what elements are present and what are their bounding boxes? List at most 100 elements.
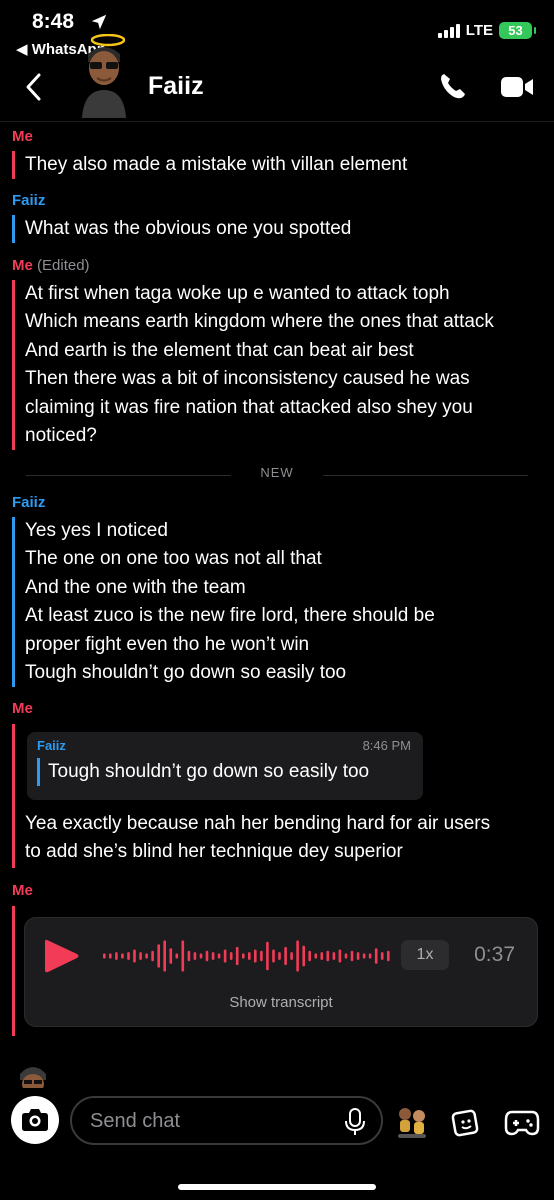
waveform-bar — [266, 941, 269, 971]
message-line: And the one with the team — [25, 576, 246, 598]
typing-avatar — [20, 1067, 46, 1088]
waveform-bar — [109, 953, 112, 959]
network-type: LTE — [465, 22, 493, 39]
game-controller-icon[interactable] — [504, 1106, 540, 1138]
quote-sender: Faiiz — [37, 738, 66, 753]
waveform-bar — [248, 952, 251, 960]
waveform-bar — [181, 940, 185, 972]
voice-duration: 0:37 — [474, 943, 515, 966]
waveform-bar — [284, 946, 287, 966]
waveform[interactable] — [103, 938, 393, 974]
battery-icon: 53 — [499, 22, 536, 39]
chat-header: Faiiz — [0, 34, 554, 122]
status-time: 8:48 — [32, 10, 75, 33]
waveform-bar — [302, 945, 305, 967]
waveform-bar — [272, 949, 275, 963]
quote-time: 8:46 PM — [362, 738, 411, 753]
chat-input[interactable]: Send chat — [70, 1096, 383, 1145]
edited-label: (Edited) — [37, 257, 90, 274]
waveform-bar — [157, 944, 160, 968]
message-line: Yea exactly because nah her bending hard… — [25, 813, 491, 834]
waveform-bar — [242, 953, 245, 959]
status-right: LTE 53 — [437, 22, 536, 39]
waveform-bar — [350, 950, 354, 962]
microphone-icon[interactable] — [343, 1108, 367, 1136]
bitmoji-icon[interactable] — [392, 1102, 432, 1142]
waveform-bar — [308, 950, 311, 962]
waveform-bar — [278, 952, 281, 960]
message-line: They also made a mistake with villan ele… — [25, 154, 408, 175]
quoted-reply[interactable]: Faiiz 8:46 PM Tough shouldn’t go down so… — [27, 732, 423, 800]
back-chevron-icon[interactable] — [22, 71, 46, 103]
waveform-bar — [205, 950, 209, 962]
message-bubble[interactable]: What was the obvious one you spotted — [12, 215, 542, 244]
waveform-bar — [314, 953, 318, 959]
video-camera-icon[interactable] — [500, 74, 534, 100]
message-line: to add she’s blind her technique dey sup… — [25, 841, 403, 863]
message-bubble[interactable]: They also made a mistake with villan ele… — [12, 151, 542, 180]
message-sender: Faiiz — [12, 494, 46, 511]
waveform-bar — [223, 949, 227, 963]
message-sender: Me (Edited) — [12, 257, 90, 274]
play-icon[interactable] — [41, 936, 81, 976]
home-indicator — [178, 1184, 376, 1190]
waveform-bar — [103, 953, 106, 959]
waveform-bar — [151, 950, 154, 962]
message-line: claiming it was fire nation that attacke… — [25, 396, 473, 418]
waveform-bar — [133, 949, 136, 963]
playback-speed-button[interactable]: 1x — [401, 940, 449, 970]
waveform-bar — [320, 952, 324, 960]
message-line: proper fight even tho he won’t win — [25, 633, 310, 655]
message-sender: Me — [12, 128, 33, 145]
waveform-bar — [374, 948, 378, 964]
message-line: Tough shouldn’t go down so easily too — [25, 662, 347, 684]
waveform-bar — [344, 953, 348, 959]
waveform-bar — [163, 940, 166, 972]
waveform-bar — [260, 950, 263, 962]
message-line: Which means earth kingdom where the ones… — [25, 311, 494, 333]
waveform-bar — [296, 940, 299, 972]
waveform-bar — [387, 950, 390, 962]
avatar[interactable] — [74, 34, 134, 118]
message-sender: Faiiz — [12, 192, 46, 209]
message-sender: Me — [12, 700, 33, 717]
waveform-bar — [121, 953, 124, 959]
voice-note[interactable]: 1x 0:37 Show transcript — [24, 917, 538, 1027]
message-line: And earth is the element that can beat a… — [25, 339, 414, 361]
waveform-bar — [127, 952, 130, 960]
camera-button[interactable] — [11, 1096, 59, 1144]
waveform-bar — [362, 953, 366, 959]
waveform-bar — [199, 953, 203, 959]
waveform-bar — [380, 952, 384, 960]
waveform-bar — [193, 952, 197, 960]
message-sender: Me — [12, 882, 33, 899]
voice-message-border — [12, 906, 15, 1036]
waveform-bar — [290, 952, 293, 960]
phone-icon[interactable] — [438, 71, 468, 101]
contact-name[interactable]: Faiiz — [148, 72, 204, 101]
waveform-bar — [235, 946, 239, 966]
waveform-bar — [115, 952, 118, 960]
location-arrow-icon — [91, 14, 107, 30]
sticker-icon[interactable] — [450, 1106, 482, 1138]
divider-label: NEW — [260, 465, 294, 480]
waveform-bar — [368, 953, 372, 959]
battery-level: 53 — [508, 23, 523, 38]
new-messages-divider: NEW — [26, 465, 528, 485]
composer-bar: Send chat — [0, 1090, 554, 1200]
message-bubble[interactable]: At first when taga woke up e wanted to a… — [12, 280, 542, 451]
show-transcript-button[interactable]: Show transcript — [25, 994, 537, 1011]
message-line: Yes yes I noticed — [25, 520, 168, 541]
signal-icon — [437, 23, 460, 38]
message-line: The one on one too was not all that — [25, 548, 322, 570]
waveform-bar — [175, 953, 179, 959]
waveform-bar — [145, 953, 148, 959]
waveform-bar — [254, 949, 257, 963]
waveform-bar — [338, 949, 342, 963]
waveform-bar — [229, 952, 233, 960]
waveform-bar — [169, 948, 173, 964]
quote-text: Tough shouldn’t go down so easily too — [37, 758, 369, 786]
message-bubble[interactable]: Yes yes I noticed The one on one too was… — [12, 517, 542, 688]
waveform-bar — [326, 950, 330, 962]
waveform-bar — [356, 952, 360, 960]
